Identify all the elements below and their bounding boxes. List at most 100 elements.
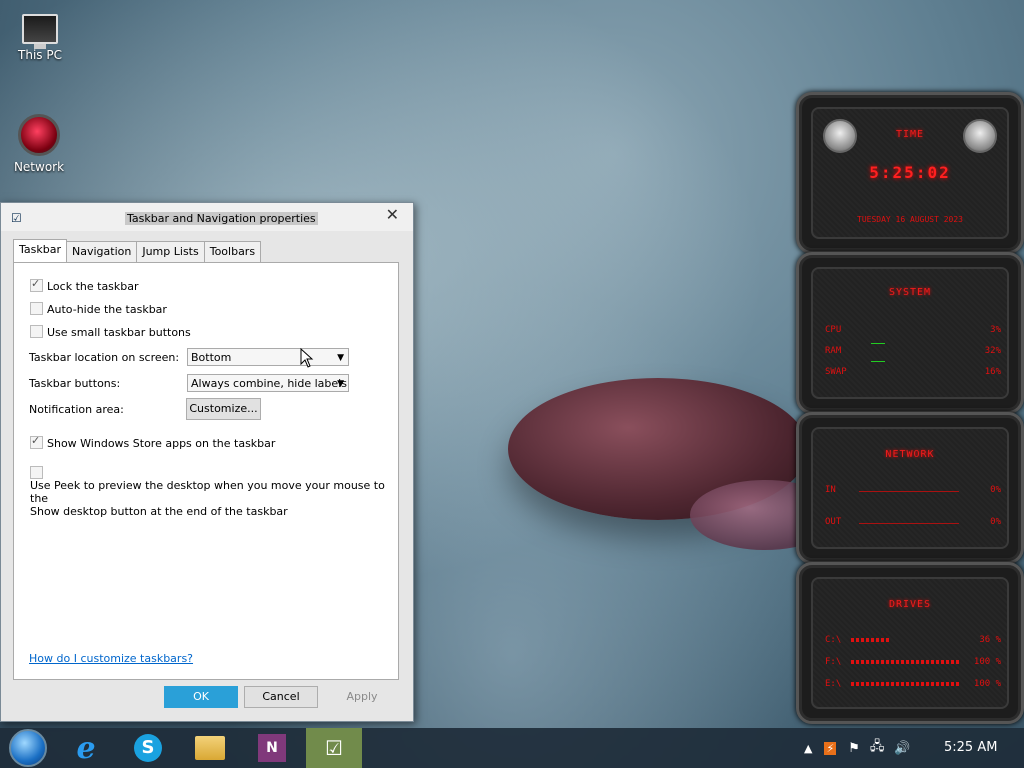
swap-value: 16% <box>984 367 1001 377</box>
customize-button[interactable]: Customize... <box>186 398 261 420</box>
small-buttons-label: Use small taskbar buttons <box>47 326 191 339</box>
apply-button[interactable]: Apply <box>325 686 399 708</box>
gadget-date: TUESDAY 16 AUGUST 2023 <box>857 215 963 224</box>
notification-area-label: Notification area: <box>29 403 124 416</box>
cancel-button[interactable]: Cancel <box>244 686 318 708</box>
network-icon <box>18 114 60 156</box>
taskbar-buttons-select-value: Always combine, hide labels <box>191 377 347 390</box>
drives-gadget-title: DRIVES <box>888 599 932 610</box>
network-out-value: 0% <box>990 517 1001 527</box>
desktop-icon-label: This PC <box>18 48 62 62</box>
swap-label: SWAP <box>825 367 847 377</box>
network-out-graph <box>859 523 959 524</box>
time-gadget-title: TIME <box>895 129 925 140</box>
volume-icon[interactable]: 🔊 <box>894 741 910 756</box>
network-gadget[interactable]: NETWORK IN 0% OUT 0% <box>796 412 1024 564</box>
ram-value: 32% <box>984 346 1001 356</box>
dialog-title: Taskbar and Navigation properties <box>125 212 318 225</box>
ram-graph <box>871 343 885 344</box>
tab-bar: Taskbar Navigation Jump Lists Toolbars <box>13 239 262 263</box>
tab-navigation[interactable]: Navigation <box>66 241 138 263</box>
checklist-icon: ☑ <box>325 736 343 760</box>
drives-gadget[interactable]: DRIVES C:\ 36 % F:\ 100 % E:\ 100 % <box>796 562 1024 724</box>
tab-jump-lists[interactable]: Jump Lists <box>136 241 205 263</box>
network-in-label: IN <box>825 485 836 495</box>
drive-f-bar <box>851 660 961 664</box>
cpu-value: 3% <box>990 325 1001 335</box>
tray-app-icon[interactable]: ⚡ <box>824 741 837 755</box>
store-apps-checkbox[interactable] <box>30 434 43 449</box>
network-in-value: 0% <box>990 485 1001 495</box>
desktop-icon-label: Network <box>13 160 65 174</box>
peek-label: Use Peek to preview the desktop when you… <box>30 479 385 505</box>
lock-taskbar-option[interactable]: Lock the taskbar <box>30 277 139 293</box>
lock-taskbar-label: Lock the taskbar <box>47 280 139 293</box>
gadget-clock: 5:25:02 <box>869 163 951 182</box>
mouse-cursor-icon <box>300 348 314 368</box>
ok-button[interactable]: OK <box>164 686 238 708</box>
taskbar-onenote[interactable]: N <box>244 728 300 768</box>
drive-e-value: 100 % <box>973 679 1001 689</box>
peek-option[interactable]: Use Peek to preview the desktop when you… <box>30 459 398 518</box>
folder-icon <box>195 736 225 760</box>
drive-e-bar <box>851 682 961 686</box>
action-center-flag-icon[interactable]: ⚑ <box>848 741 860 756</box>
network-in-graph <box>859 491 959 492</box>
help-link[interactable]: How do I customize taskbars? <box>29 652 193 665</box>
close-button[interactable]: ✕ <box>386 205 399 224</box>
taskbar-internet-explorer[interactable]: e <box>58 728 114 768</box>
tray-overflow-chevron-icon[interactable]: ▲ <box>804 742 812 755</box>
taskbar-skype[interactable]: S <box>120 728 176 768</box>
drive-e-label: E:\ <box>825 679 842 689</box>
small-buttons-checkbox[interactable] <box>30 325 43 338</box>
taskbar-tab-panel: Lock the taskbar Auto-hide the taskbar U… <box>13 262 399 680</box>
onenote-icon: N <box>258 734 286 762</box>
chevron-down-icon: ▼ <box>337 353 344 363</box>
desktop-icon-this-pc[interactable]: This PC <box>5 8 75 62</box>
drive-f-value: 100 % <box>973 657 1001 667</box>
peek-label-line2: Show desktop button at the end of the ta… <box>30 505 288 518</box>
time-gadget[interactable]: TIME 5:25:02 TUESDAY 16 AUGUST 2023 <box>796 92 1024 254</box>
start-orb-icon <box>9 729 47 767</box>
system-gadget-title: SYSTEM <box>888 287 932 298</box>
drive-f-label: F:\ <box>825 657 842 667</box>
auto-hide-option[interactable]: Auto-hide the taskbar <box>30 302 167 316</box>
dialog-titlebar[interactable]: ☑ Taskbar and Navigation properties ✕ <box>1 203 413 231</box>
taskbar-buttons-select[interactable]: Always combine, hide labels ▼ <box>187 374 349 392</box>
location-select[interactable]: Bottom ▼ <box>187 348 349 366</box>
taskbar: e S N ☑ ▲ ⚡ ⚑ 🖧 🔊 5:25 AM <box>0 728 1024 768</box>
small-buttons-option[interactable]: Use small taskbar buttons <box>30 325 191 339</box>
drive-c-label: C:\ <box>825 635 842 645</box>
system-gadget[interactable]: SYSTEM CPU 3% RAM 32% SWAP 16% <box>796 252 1024 414</box>
swap-graph <box>871 361 885 362</box>
auto-hide-checkbox[interactable] <box>30 302 43 315</box>
tab-toolbars[interactable]: Toolbars <box>203 241 262 263</box>
desktop-icon-network[interactable]: Network <box>4 114 74 174</box>
taskbar-properties-dialog: ☑ Taskbar and Navigation properties ✕ Ta… <box>0 202 414 722</box>
network-gadget-title: NETWORK <box>885 449 935 460</box>
auto-hide-label: Auto-hide the taskbar <box>47 303 167 316</box>
store-apps-option[interactable]: Show Windows Store apps on the taskbar <box>30 434 276 450</box>
close-icon: ✕ <box>385 205 399 224</box>
peek-checkbox[interactable] <box>30 466 43 479</box>
taskbar-file-explorer[interactable] <box>182 728 238 768</box>
system-tray: ▲ ⚡ ⚑ 🖧 🔊 <box>804 728 911 768</box>
taskbar-properties-app[interactable]: ☑ <box>306 728 362 768</box>
computer-icon <box>22 14 58 49</box>
store-apps-label: Show Windows Store apps on the taskbar <box>47 437 276 450</box>
network-tray-icon[interactable]: 🖧 <box>870 737 885 759</box>
taskbar-clock[interactable]: 5:25 AM <box>944 740 997 755</box>
start-button[interactable] <box>0 728 56 768</box>
network-out-label: OUT <box>825 517 842 527</box>
taskbar-buttons-label: Taskbar buttons: <box>29 377 121 390</box>
internet-explorer-icon: e <box>76 730 96 766</box>
drive-c-value: 36 % <box>979 635 1001 645</box>
location-select-value: Bottom <box>191 351 232 364</box>
chevron-down-icon: ▼ <box>337 379 344 389</box>
drive-c-bar <box>851 638 891 642</box>
lock-taskbar-checkbox[interactable] <box>30 277 43 292</box>
gadget-inner <box>811 427 1009 549</box>
skype-icon: S <box>134 734 162 762</box>
tab-taskbar[interactable]: Taskbar <box>13 239 67 263</box>
ram-label: RAM <box>825 346 842 356</box>
